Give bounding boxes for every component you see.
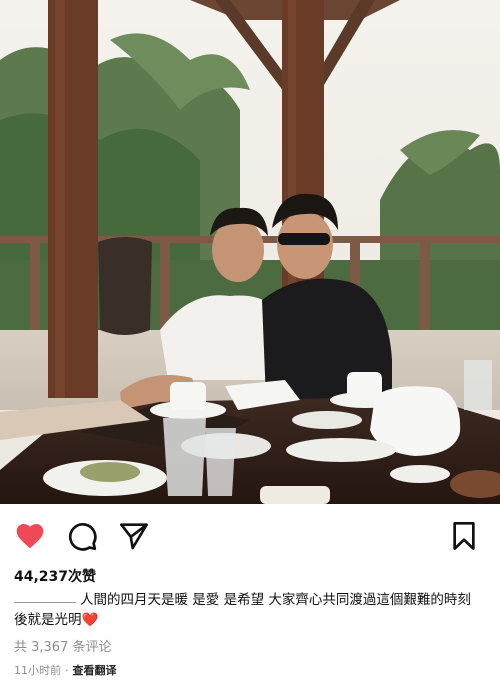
post-action-bar (0, 504, 500, 564)
heart-filled-icon (16, 524, 44, 549)
post-caption: 人間的四月天是暖 是愛 是希望 大家齊心共同渡過這個艱難的時刻後就是光明❤️ (14, 590, 484, 630)
see-translation-link[interactable]: 查看翻译 (73, 664, 117, 677)
red-heart-emoji-icon: ❤️ (81, 612, 99, 628)
post-timestamp: 11小时前 (14, 664, 61, 677)
send-paper-plane-icon (120, 523, 148, 550)
comment-bubble-icon (68, 523, 97, 551)
pavilion-photo (0, 0, 500, 504)
share-button[interactable] (118, 520, 150, 552)
bookmark-icon (453, 522, 475, 550)
caption-username[interactable] (14, 595, 80, 605)
meta-separator: · (65, 664, 69, 677)
view-comments-link[interactable]: 共 3,367 条评论 (14, 636, 111, 655)
like-count[interactable]: 44,237次赞 (14, 566, 96, 586)
comment-button[interactable] (66, 520, 98, 552)
post-photo[interactable] (0, 0, 500, 504)
like-button[interactable] (14, 520, 46, 552)
save-button[interactable] (448, 520, 480, 552)
post-meta: 11小时前 · 查看翻译 (14, 662, 117, 678)
